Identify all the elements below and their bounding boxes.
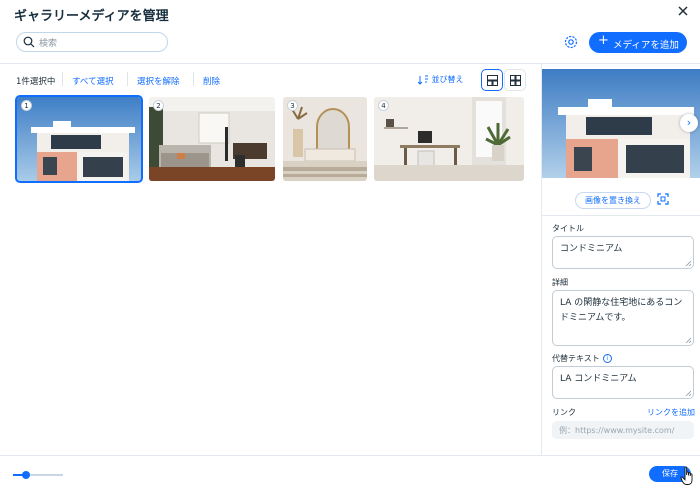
link-input[interactable]: 例：https://www.mysite.com/ — [552, 421, 694, 439]
hand-cursor-icon — [680, 466, 693, 485]
panel-section-divider — [542, 215, 700, 216]
close-icon[interactable] — [676, 4, 690, 18]
info-icon[interactable]: i — [602, 354, 612, 363]
house-photo — [17, 97, 141, 181]
grid-view-toggle[interactable] — [504, 69, 526, 91]
item-number: 2 — [153, 100, 164, 111]
item-number: 1 — [21, 100, 32, 111]
add-media-button[interactable]: + メディアを追加 — [589, 32, 687, 53]
crop-icon[interactable] — [656, 192, 670, 206]
list-view-toggle[interactable] — [481, 69, 503, 91]
link-placeholder: 例：https://www.mysite.com/ — [559, 426, 675, 435]
dialog-header: ギャラリーメディアを管理 — [0, 0, 700, 28]
add-link-button[interactable]: リンクを追加 — [647, 407, 695, 418]
resize-grip-icon[interactable] — [685, 390, 691, 396]
add-media-label: メディアを追加 — [613, 40, 679, 51]
toolbar-separator — [127, 72, 128, 86]
title-label: タイトル — [552, 224, 584, 233]
zoom-slider-handle[interactable] — [21, 471, 30, 479]
gallery-item[interactable]: 2 — [149, 97, 275, 181]
sort-icon — [417, 75, 428, 85]
delete-link[interactable]: 削除 — [203, 75, 220, 87]
toolbar-separator — [62, 72, 63, 86]
alt-text-label: 代替テキスト — [552, 354, 600, 363]
title-value: コンドミニアム — [560, 244, 623, 254]
item-number: 3 — [287, 100, 298, 111]
gallery-item[interactable]: 1 — [15, 95, 143, 183]
link-label: リンク — [552, 408, 576, 417]
sort-button[interactable]: 並び替え — [417, 74, 464, 85]
header-divider — [0, 63, 700, 64]
alt-text-field[interactable]: LA コンドミニアム — [552, 366, 694, 399]
resize-grip-icon[interactable] — [685, 260, 691, 266]
grid-icon — [510, 75, 521, 86]
description-value: LA の閑静な住宅地にあるコンドミニアムです。 — [560, 298, 683, 323]
plus-icon: + — [598, 33, 609, 48]
chevron-right-icon: › — [686, 116, 692, 129]
alt-text-label-row: 代替テキスト i — [552, 353, 612, 364]
resize-grip-icon[interactable] — [685, 337, 691, 343]
select-all-link[interactable]: すべて選択 — [72, 75, 114, 87]
description-label: 詳細 — [552, 278, 568, 287]
home-office-photo — [374, 97, 524, 181]
toolbar-separator — [193, 72, 194, 86]
alt-text-value: LA コンドミニアム — [560, 374, 637, 384]
replace-image-button[interactable]: 画像を置き換え — [575, 192, 651, 209]
sort-label: 並び替え — [431, 75, 464, 84]
deselect-link[interactable]: 選択を解除 — [137, 75, 180, 87]
media-preview — [542, 69, 700, 178]
item-number: 4 — [378, 100, 389, 111]
search-icon — [23, 36, 35, 48]
search-placeholder: 検索 — [39, 39, 58, 49]
living-room-photo — [149, 97, 275, 181]
selected-count: 1件選択中 — [16, 77, 56, 87]
search-input[interactable]: 検索 — [16, 32, 168, 52]
title-field[interactable]: コンドミニアム — [552, 236, 694, 269]
house-preview-photo — [542, 69, 700, 178]
footer-divider — [0, 455, 700, 456]
gallery-item[interactable]: 3 — [283, 97, 367, 181]
next-image-button[interactable]: › — [680, 114, 698, 132]
gear-icon[interactable] — [562, 33, 580, 51]
description-field[interactable]: LA の閑静な住宅地にあるコンドミニアムです。 — [552, 290, 694, 346]
gallery-item[interactable]: 4 — [374, 97, 524, 181]
layout-list-icon — [487, 75, 498, 86]
dialog-title: ギャラリーメディアを管理 — [14, 9, 169, 24]
